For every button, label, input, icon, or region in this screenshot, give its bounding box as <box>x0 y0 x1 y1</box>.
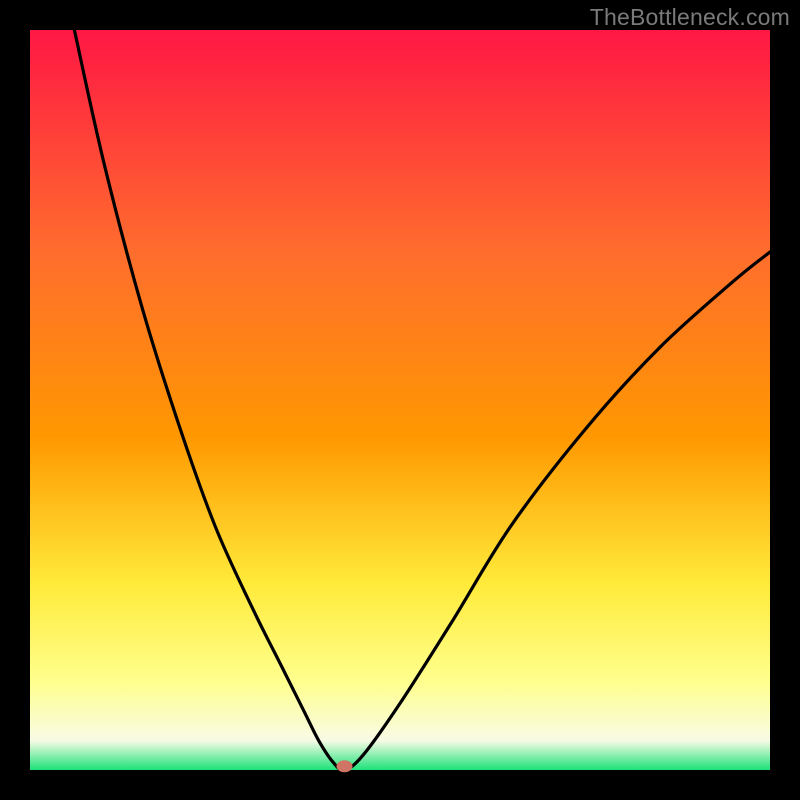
chart-svg <box>0 0 800 800</box>
plot-area <box>30 30 770 770</box>
watermark-text: TheBottleneck.com <box>590 4 790 31</box>
minimum-marker <box>337 760 353 772</box>
bottleneck-chart: TheBottleneck.com <box>0 0 800 800</box>
